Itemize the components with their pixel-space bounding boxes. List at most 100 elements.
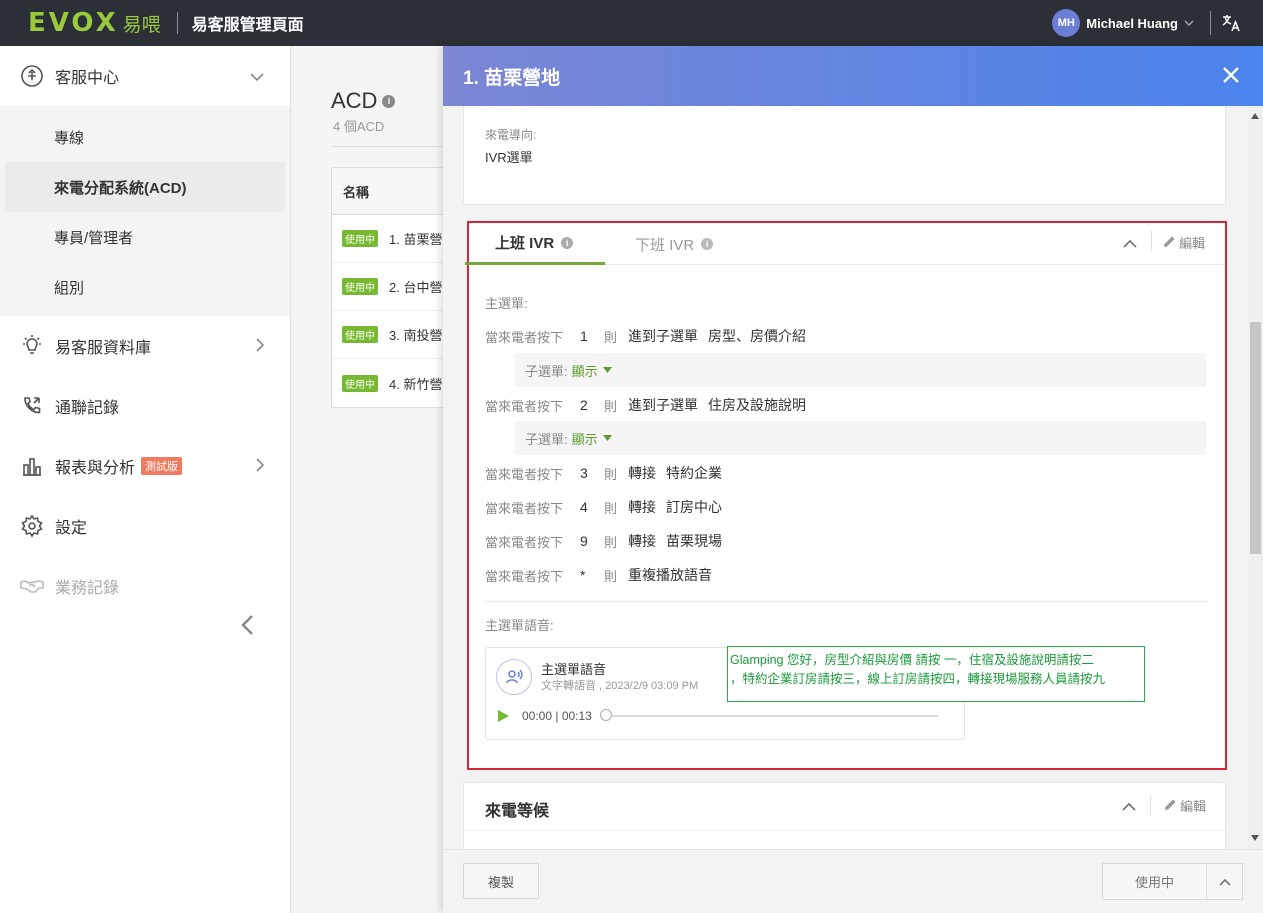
sidebar-item-label: 通聯記錄: [55, 400, 120, 417]
caret-down-icon: [602, 435, 612, 441]
sidebar-item-knowledge-base[interactable]: 易客服資料庫: [0, 316, 290, 376]
scroll-thumb[interactable]: [1250, 322, 1261, 554]
sidebar-subitem-lines[interactable]: 專線: [5, 112, 285, 162]
user-name[interactable]: Michael Huang: [1086, 16, 1178, 31]
drawer-body: 來電導向: IVR選單 上班 IVR i 下班 IVR i 編輯 主選單: 當來…: [443, 106, 1248, 849]
divider: [1151, 231, 1152, 251]
audio-progress-knob[interactable]: [599, 709, 612, 721]
logo-cn: 易喂: [122, 13, 161, 36]
rule-action: 重複播放語音: [628, 567, 712, 583]
ivr-tabs: 上班 IVR i 下班 IVR i 編輯: [465, 223, 1225, 265]
detail-drawer: 1. 苗栗營地 來電導向: IVR選單 上班 IVR i 下班 IVR i 編輯…: [443, 46, 1263, 913]
rule-target: 特約企業: [666, 465, 722, 481]
sidebar-item-reports[interactable]: 報表與分析 測試版: [0, 436, 290, 496]
drawer-footer: 複製 使用中: [443, 849, 1263, 913]
acd-count: 4 個ACD: [333, 119, 385, 134]
rule-target: 訂房中心: [666, 499, 722, 515]
submenu-toggle-label: 顯示: [571, 431, 598, 447]
then-label: 則: [604, 568, 618, 584]
sidebar-subitem-acd[interactable]: 來電分配系統(ACD): [5, 162, 285, 212]
close-icon[interactable]: [1221, 65, 1241, 85]
info-icon[interactable]: i: [382, 94, 396, 108]
press-label: 當來電者按下: [485, 534, 564, 550]
sidebar-item-service-center[interactable]: 客服中心: [0, 46, 290, 106]
tts-text-box: Glamping 您好，房型介紹與房價 請按 一，住宿及設施說明請按二 ，特約企…: [727, 646, 1145, 702]
edit-button[interactable]: 編輯: [1163, 233, 1205, 252]
info-icon[interactable]: i: [561, 236, 574, 249]
pencil-icon: [1164, 798, 1177, 814]
drawer-scrollbar[interactable]: [1248, 106, 1263, 849]
ivr-rule-row: 當來電者按下 3 則 轉接 特約企業: [485, 463, 722, 483]
submenu-row: 子選單: 顯示: [515, 421, 1206, 455]
press-label: 當來電者按下: [485, 329, 564, 345]
status-button[interactable]: 使用中: [1103, 864, 1207, 899]
submenu-label: 子選單:: [525, 363, 568, 379]
scroll-up-icon[interactable]: [1251, 112, 1259, 121]
sidebar-item-label: 設定: [55, 520, 88, 537]
call-wait-card: 來電等候 編輯: [463, 782, 1226, 849]
sidebar-collapse-icon[interactable]: [240, 614, 254, 641]
ivr-rule-row: 當來電者按下 * 則 重複播放語音: [485, 565, 722, 585]
sidebar-subitem-groups[interactable]: 組別: [5, 262, 285, 312]
rule-key: 9: [580, 533, 588, 549]
status-badge: 使用中: [342, 374, 378, 392]
app-logo[interactable]: EVOX 易喂: [28, 8, 161, 38]
submenu-toggle-label: 顯示: [571, 363, 598, 379]
submenu-toggle[interactable]: 顯示: [572, 429, 612, 448]
rule-target: 住房及設施說明: [708, 397, 806, 413]
logo-brand: EVOX: [28, 8, 119, 38]
chevron-up-icon[interactable]: [1207, 864, 1242, 899]
submenu-toggle[interactable]: 顯示: [572, 361, 612, 380]
then-label: 則: [604, 500, 618, 516]
translate-icon[interactable]: [1221, 13, 1245, 33]
bar-chart-icon: [20, 454, 44, 478]
tab-label: 上班 IVR: [495, 235, 555, 252]
chevron-up-icon[interactable]: [1123, 235, 1137, 253]
audio-progress-track[interactable]: [599, 709, 938, 721]
routing-card: 來電導向: IVR選單: [463, 106, 1226, 205]
scroll-down-icon[interactable]: [1251, 834, 1259, 843]
rule-action: 進到子選單: [628, 397, 698, 413]
info-icon[interactable]: i: [701, 238, 714, 250]
press-label: 當來電者按下: [485, 466, 564, 482]
rule-target: 苗栗現場: [666, 533, 722, 549]
caret-down-icon: [602, 367, 612, 373]
rule-action: 轉接: [628, 499, 656, 515]
chevron-down-icon: [250, 68, 264, 84]
phone-icon: [20, 394, 44, 418]
edit-label: 編輯: [1180, 799, 1207, 814]
rule-key: 3: [580, 465, 588, 481]
lightbulb-icon: [20, 334, 44, 358]
play-icon[interactable]: [496, 709, 510, 723]
page-title: ACD i: [331, 88, 396, 114]
sidebar-item-label: 易客服資料庫: [55, 340, 152, 357]
sidebar-item-settings[interactable]: 設定: [0, 496, 290, 556]
ivr-rule-row: 當來電者按下 1 則 進到子選單 房型、房價介紹: [485, 326, 806, 346]
edit-button[interactable]: 編輯: [1164, 796, 1206, 815]
sidebar-item-label: 客服中心: [55, 70, 120, 87]
submenu-label: 子選單:: [525, 431, 568, 447]
status-dropdown[interactable]: 使用中: [1102, 863, 1243, 900]
copy-button[interactable]: 複製: [463, 863, 539, 899]
press-label: 當來電者按下: [485, 398, 564, 414]
app-title: 易客服管理頁面: [191, 17, 304, 34]
avatar[interactable]: MH: [1052, 9, 1081, 37]
press-label: 當來電者按下: [485, 500, 564, 516]
tab-work-hours-ivr[interactable]: 上班 IVR i: [465, 223, 605, 265]
divider: [1150, 796, 1151, 816]
sidebar-item-call-logs[interactable]: 通聯記錄: [0, 376, 290, 436]
rule-target: 房型、房價介紹: [708, 328, 806, 344]
press-label: 當來電者按下: [485, 568, 564, 584]
sidebar-item-business-records[interactable]: 業務記錄: [0, 556, 290, 616]
drawer-header: 1. 苗栗營地: [443, 46, 1263, 106]
tab-off-hours-ivr[interactable]: 下班 IVR i: [635, 223, 714, 265]
sidebar-subitem-agents[interactable]: 專員/管理者: [5, 212, 285, 262]
audio-meta: 文字轉語音 , 2023/2/9 03:09 PM: [541, 680, 699, 692]
handshake-icon: [20, 574, 44, 598]
sidebar-item-label: 業務記錄: [55, 580, 120, 597]
chevron-up-icon[interactable]: [1122, 798, 1136, 816]
rule-action: 轉接: [628, 533, 656, 549]
pencil-icon: [1163, 235, 1176, 251]
chevron-down-icon[interactable]: [1184, 18, 1194, 29]
routing-value: IVR選單: [485, 150, 533, 165]
